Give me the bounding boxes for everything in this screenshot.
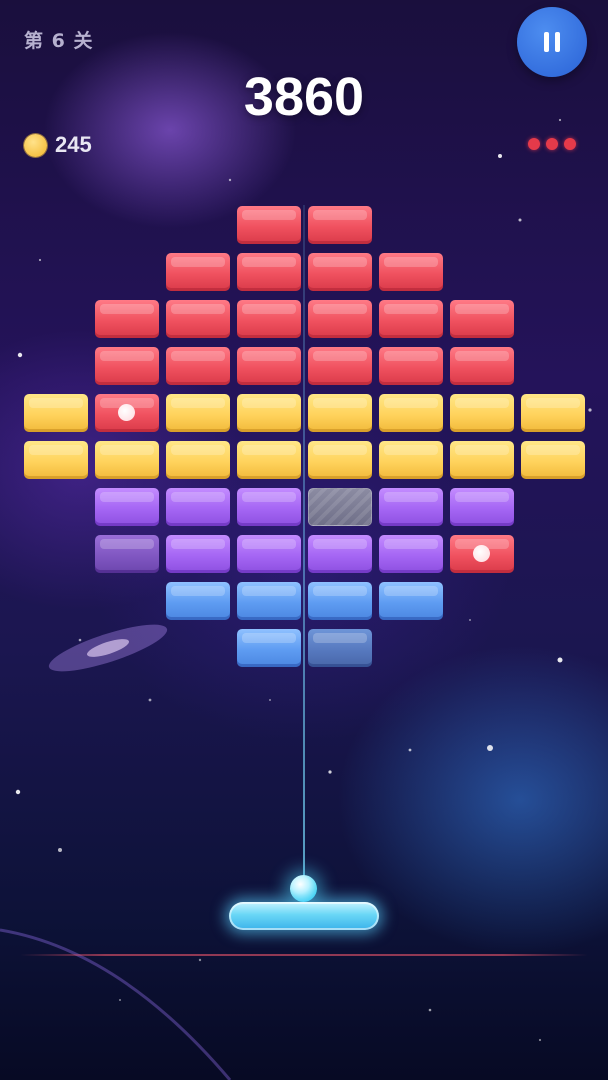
red-brick	[308, 347, 372, 385]
red-brick	[166, 347, 230, 385]
red-brick	[308, 206, 372, 244]
purple-brick	[308, 535, 372, 573]
purple-dim-brick	[95, 535, 159, 573]
red-brick	[308, 253, 372, 291]
red-brick	[166, 253, 230, 291]
yellow-brick	[308, 441, 372, 479]
yellow-brick	[308, 394, 372, 432]
yellow-brick	[450, 394, 514, 432]
purple-brick	[166, 535, 230, 573]
yellow-brick	[379, 394, 443, 432]
yellow-brick	[166, 394, 230, 432]
blue-brick	[237, 582, 301, 620]
floor-boundary	[20, 954, 588, 956]
red-brick	[237, 253, 301, 291]
yellow-brick	[237, 394, 301, 432]
purple-brick	[379, 488, 443, 526]
red-brick	[450, 300, 514, 338]
yellow-brick	[95, 441, 159, 479]
yellow-brick	[237, 441, 301, 479]
red-brick	[450, 535, 514, 573]
red-brick	[237, 347, 301, 385]
purple-brick	[450, 488, 514, 526]
ball	[290, 875, 317, 902]
yellow-brick	[521, 441, 585, 479]
blue-brick	[308, 582, 372, 620]
purple-brick	[95, 488, 159, 526]
red-brick	[237, 300, 301, 338]
red-brick	[379, 347, 443, 385]
yellow-brick	[24, 441, 88, 479]
red-brick	[95, 300, 159, 338]
red-brick	[166, 300, 230, 338]
red-brick	[237, 206, 301, 244]
yellow-brick	[521, 394, 585, 432]
powerup-orb-icon	[118, 404, 135, 421]
red-brick	[95, 347, 159, 385]
red-brick	[308, 300, 372, 338]
red-brick	[379, 253, 443, 291]
red-brick	[95, 394, 159, 432]
red-brick	[450, 347, 514, 385]
purple-brick	[379, 535, 443, 573]
red-brick	[379, 300, 443, 338]
paddle[interactable]	[229, 902, 379, 930]
blue-dim-brick	[308, 629, 372, 667]
blue-brick	[379, 582, 443, 620]
yellow-brick	[166, 441, 230, 479]
purple-brick	[237, 488, 301, 526]
powerup-orb-icon	[473, 545, 490, 562]
yellow-brick	[450, 441, 514, 479]
purple-brick	[166, 488, 230, 526]
blue-brick	[166, 582, 230, 620]
purple-brick	[237, 535, 301, 573]
yellow-brick	[24, 394, 88, 432]
blue-brick	[237, 629, 301, 667]
steel-brick	[308, 488, 372, 526]
yellow-brick	[379, 441, 443, 479]
